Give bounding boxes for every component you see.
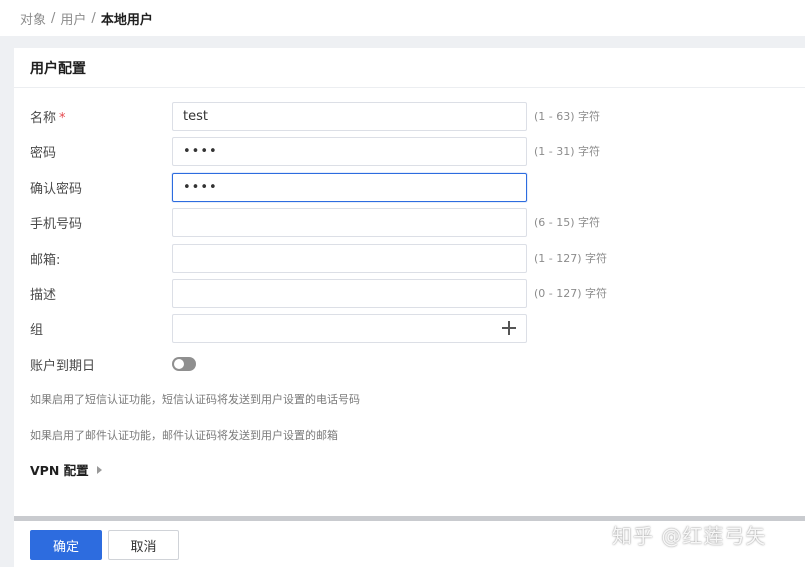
form-row-email: 邮箱: (1 - 127) 字符 — [14, 243, 805, 273]
password-input[interactable]: •••• — [172, 136, 527, 166]
confirm-password-label: 确认密码 — [30, 181, 83, 197]
confirm-button[interactable]: 确定 — [30, 530, 102, 560]
description-input[interactable] — [172, 278, 527, 308]
expiry-label: 账户到期日 — [30, 358, 96, 374]
password-hint: (1 - 31) 字符 — [534, 145, 601, 158]
phone-hint: (6 - 15) 字符 — [534, 216, 601, 229]
form-row-description: 描述 (0 - 127) 字符 — [14, 278, 805, 308]
description-label: 描述 — [30, 287, 57, 303]
vpn-config-label: VPN 配置 — [30, 463, 89, 478]
triangle-right-icon — [96, 465, 102, 474]
required-mark: * — [59, 110, 66, 126]
form-row-phone: 手机号码 (6 - 15) 字符 — [14, 207, 805, 237]
form-row-expiry: 账户到期日 — [14, 349, 805, 379]
plus-icon[interactable] — [502, 320, 516, 335]
breadcrumb-item-users[interactable]: 用户 — [60, 9, 86, 28]
phone-label: 手机号码 — [30, 216, 83, 232]
user-config-card: 用户配置 名称 * test (1 - 63) 字符 密码 •••• (1 - 3… — [14, 48, 805, 516]
form-row-password: 密码 •••• (1 - 31) 字符 — [14, 136, 805, 166]
card-title: 用户配置 — [14, 48, 805, 88]
sms-note: 如果启用了短信认证功能，短信认证码将发送到用户设置的电话号码 — [30, 393, 360, 406]
breadcrumb: 对象 / 用户 / 本地用户 — [0, 0, 805, 36]
mail-note: 如果启用了邮件认证功能，邮件认证码将发送到用户设置的邮箱 — [30, 429, 338, 442]
email-hint: (1 - 127) 字符 — [534, 252, 608, 265]
confirm-password-input[interactable]: •••• — [172, 172, 527, 202]
cancel-button[interactable]: 取消 — [108, 530, 179, 560]
form-row-name: 名称 * test (1 - 63) 字符 — [14, 101, 805, 131]
breadcrumb-item-objects[interactable]: 对象 — [20, 9, 46, 28]
group-label: 组 — [30, 322, 44, 338]
toggle-knob — [174, 359, 184, 369]
form-row-confirm-password: 确认密码 •••• — [14, 172, 805, 202]
name-hint: (1 - 63) 字符 — [534, 110, 601, 123]
breadcrumb-current: 本地用户 — [100, 12, 153, 28]
password-label: 密码 — [30, 145, 57, 161]
expiry-toggle[interactable] — [172, 357, 196, 371]
group-select[interactable] — [172, 313, 527, 343]
phone-input[interactable] — [172, 207, 527, 237]
vpn-config-toggle[interactable]: VPN 配置 — [30, 460, 102, 479]
name-input[interactable]: test — [172, 101, 527, 131]
name-label: 名称 * — [30, 110, 66, 126]
form-row-group: 组 — [14, 313, 805, 343]
email-input[interactable] — [172, 243, 527, 273]
watermark: 知乎 @红莲弓矢 — [612, 524, 767, 548]
email-label: 邮箱: — [30, 252, 61, 268]
breadcrumb-separator: / — [51, 10, 56, 26]
description-hint: (0 - 127) 字符 — [534, 287, 608, 300]
breadcrumb-separator: / — [91, 10, 96, 26]
